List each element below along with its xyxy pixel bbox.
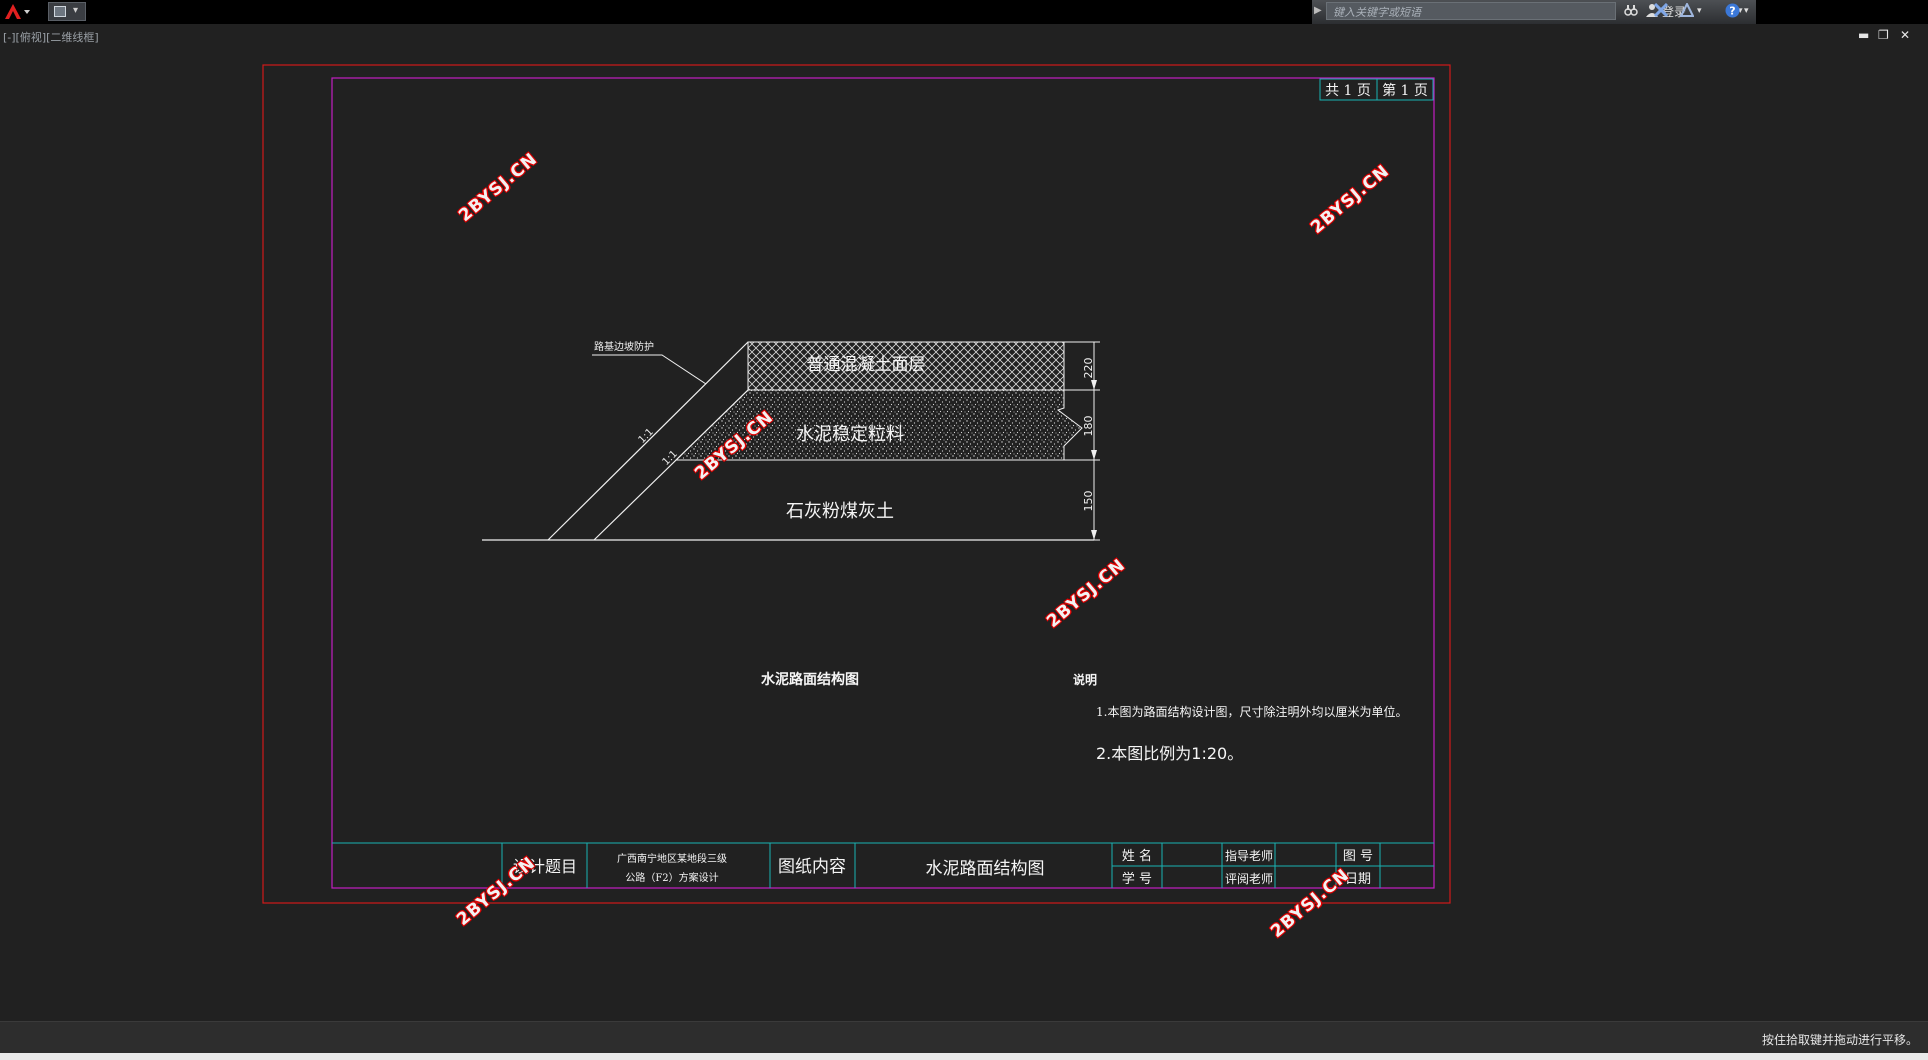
drawing-title: 水泥路面结构图 xyxy=(761,671,859,688)
subbase-layer-label: 石灰粉煤灰土 xyxy=(786,501,894,522)
page-total-text: 共 1 页 xyxy=(1325,83,1371,99)
status-message: 按住拾取键并拖动进行平移。 xyxy=(1761,1033,1918,1047)
leader-line xyxy=(592,354,707,385)
pavement-section: 220 180 150 1:1 1:1 路基边坡防护 普通混凝土面层 水泥稳定粒… xyxy=(482,340,1100,541)
dimension-150: 150 xyxy=(1082,491,1095,512)
design-topic-line1: 广西南宁地区某地段三级 xyxy=(617,852,727,865)
dimension-220: 220 xyxy=(1082,358,1095,379)
dimension-180: 180 xyxy=(1082,416,1095,437)
page-current-text: 第 1 页 xyxy=(1382,82,1428,99)
bottom-strip xyxy=(0,1053,1928,1060)
note-1: 1.本图为路面结构设计图，尺寸除注明外均以厘米为单位。 xyxy=(1096,704,1407,719)
notes-heading: 说明 xyxy=(1073,672,1097,687)
drawing-canvas[interactable]: 共 1 页 第 1 页 220 180 150 1:1 1:1 路基边坡防护 普… xyxy=(0,0,1928,1021)
drawing-content-label: 图纸内容 xyxy=(778,857,846,877)
student-id-label: 学 号 xyxy=(1122,871,1152,887)
slope-ratio-inner: 1:1 xyxy=(661,449,680,468)
design-topic-line2: 公路（F2）方案设计 xyxy=(625,871,718,884)
status-bar: 按住拾取键并拖动进行平移。 xyxy=(0,1021,1928,1054)
sheet-outer-border xyxy=(262,64,1451,904)
page-count-box: 共 1 页 第 1 页 xyxy=(1319,78,1434,101)
name-label: 姓 名 xyxy=(1122,848,1152,864)
surface-layer-label: 普通混凝土面层 xyxy=(807,355,926,375)
base-layer-label: 水泥稳定粒料 xyxy=(796,424,904,445)
advisor-label: 指导老师 xyxy=(1225,848,1273,863)
slope-ratio-outer: 1:1 xyxy=(637,427,656,446)
drawing-no-label: 图 号 xyxy=(1343,849,1373,864)
slope-protection-label: 路基边坡防护 xyxy=(594,340,654,353)
reviewer-label: 评阅老师 xyxy=(1225,872,1273,886)
drawing-content-value: 水泥路面结构图 xyxy=(926,859,1045,879)
note-2: 2.本图比例为1:20。 xyxy=(1096,744,1243,763)
